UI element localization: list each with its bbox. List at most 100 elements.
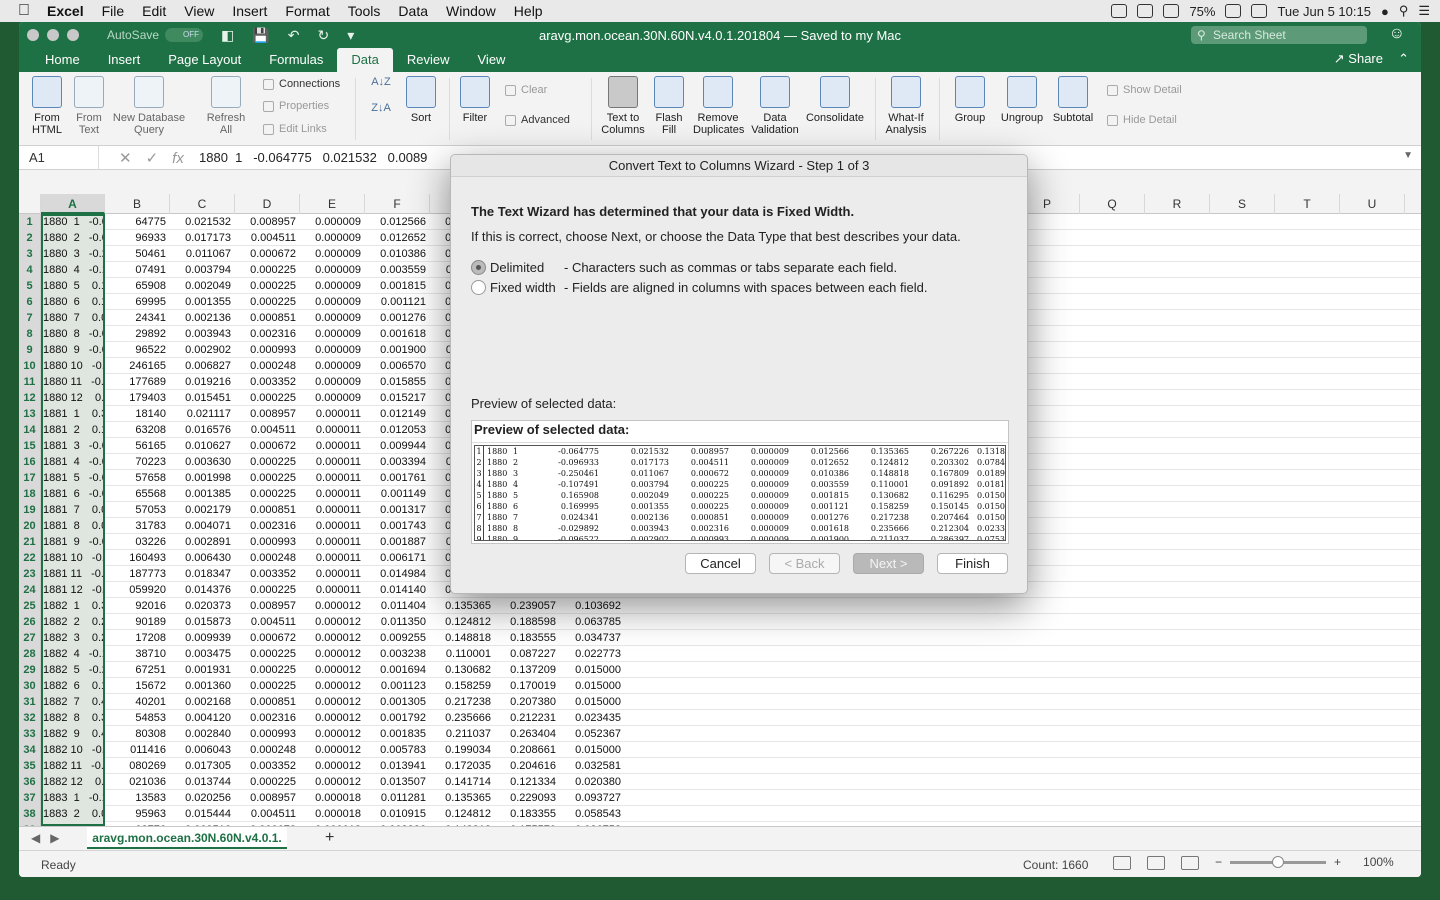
cell-e[interactable]: 0.000009 bbox=[300, 246, 365, 262]
column-header-r[interactable]: R bbox=[1145, 194, 1210, 214]
cell-d[interactable]: 0.000851 bbox=[235, 502, 300, 518]
cell-e[interactable]: 0.000009 bbox=[300, 278, 365, 294]
cell-e[interactable]: 0.000011 bbox=[300, 486, 365, 502]
cell-f[interactable]: 0.001694 bbox=[365, 662, 430, 678]
cell-e[interactable]: 0.000009 bbox=[300, 390, 365, 406]
row-number[interactable]: 16 bbox=[19, 454, 41, 470]
zoom-window-button[interactable] bbox=[67, 29, 79, 41]
cell-a[interactable]: 1880 3 -0.2 bbox=[41, 246, 104, 262]
cell-e[interactable]: 0.000009 bbox=[300, 374, 365, 390]
cell-f[interactable]: 0.001743 bbox=[365, 518, 430, 534]
cell-e[interactable]: 0.000009 bbox=[300, 262, 365, 278]
menu-format[interactable]: Format bbox=[276, 3, 338, 19]
cell-f[interactable]: 0.003394 bbox=[365, 454, 430, 470]
cell-a[interactable]: 1880 4 -0.1 bbox=[41, 262, 104, 278]
row-number[interactable]: 32 bbox=[19, 710, 41, 726]
cell-d[interactable]: 0.000225 bbox=[235, 646, 300, 662]
cell-c[interactable]: 0.019216 bbox=[170, 374, 235, 390]
cell-a[interactable]: 1882 2 0.2 bbox=[41, 614, 104, 630]
cell-c[interactable]: 0.001360 bbox=[170, 678, 235, 694]
cell-f[interactable]: 0.003559 bbox=[365, 262, 430, 278]
connections-button[interactable]: Connections bbox=[263, 78, 340, 90]
hide-detail-button[interactable]: Hide Detail bbox=[1107, 114, 1177, 126]
data-validation-button[interactable]: Data Validation bbox=[747, 76, 803, 136]
cell-a[interactable]: 1883 1 -0.1 bbox=[41, 790, 104, 806]
back-button[interactable]: < Back bbox=[769, 553, 840, 574]
cell-f[interactable]: 0.009944 bbox=[365, 438, 430, 454]
column-header-e[interactable]: E bbox=[300, 194, 365, 214]
cell-c[interactable]: 0.004071 bbox=[170, 518, 235, 534]
cell-a[interactable]: 1882 12 0. bbox=[41, 774, 104, 790]
cell-a[interactable]: 1880 5 0.1 bbox=[41, 278, 104, 294]
cell-i[interactable]: 0.034737 bbox=[560, 630, 625, 646]
cell-b[interactable]: 187773 bbox=[105, 566, 170, 582]
cell-b[interactable]: 38710 bbox=[105, 646, 170, 662]
cell-i[interactable]: 0.015000 bbox=[560, 662, 625, 678]
cell-d[interactable]: 0.000851 bbox=[235, 310, 300, 326]
cell-h[interactable]: 0.208661 bbox=[495, 742, 560, 758]
cell-f[interactable]: 0.013941 bbox=[365, 758, 430, 774]
undo-icon[interactable]: ↶ bbox=[288, 27, 300, 44]
cell-b[interactable]: 059920 bbox=[105, 582, 170, 598]
cell-d[interactable]: 0.000672 bbox=[235, 630, 300, 646]
row-number[interactable]: 35 bbox=[19, 758, 41, 774]
row-number[interactable]: 29 bbox=[19, 662, 41, 678]
row-number[interactable]: 11 bbox=[19, 374, 41, 390]
cell-b[interactable]: 92016 bbox=[105, 598, 170, 614]
cell-b[interactable]: 96522 bbox=[105, 342, 170, 358]
cell-a[interactable]: 1881 6 -0.0 bbox=[41, 486, 104, 502]
cell-i[interactable]: 0.052367 bbox=[560, 726, 625, 742]
cell-i[interactable]: 0.063785 bbox=[560, 614, 625, 630]
cell-b[interactable]: 15672 bbox=[105, 678, 170, 694]
menu-data[interactable]: Data bbox=[389, 3, 437, 19]
subtotal-button[interactable]: Subtotal bbox=[1051, 76, 1095, 124]
cell-e[interactable]: 0.000012 bbox=[300, 646, 365, 662]
column-header-c[interactable]: C bbox=[170, 194, 235, 214]
cell-f[interactable]: 0.012149 bbox=[365, 406, 430, 422]
cell-h[interactable]: 0.207380 bbox=[495, 694, 560, 710]
tab-page-layout[interactable]: Page Layout bbox=[154, 48, 255, 72]
cell-d[interactable]: 0.000993 bbox=[235, 726, 300, 742]
cell-a[interactable]: 1881 9 -0.0 bbox=[41, 534, 104, 550]
radio-fixed-width-label[interactable]: Fixed width bbox=[490, 280, 564, 295]
cell-e[interactable]: 0.000009 bbox=[300, 342, 365, 358]
formula-input[interactable]: 1880 1 -0.064775 0.021532 0.0089 bbox=[199, 150, 427, 165]
sort-button[interactable]: Sort bbox=[403, 76, 439, 124]
cell-a[interactable]: 1881 7 0.0 bbox=[41, 502, 104, 518]
cell-f[interactable]: 0.006171 bbox=[365, 550, 430, 566]
cell-i[interactable]: 0.032581 bbox=[560, 758, 625, 774]
cell-f[interactable]: 0.010386 bbox=[365, 246, 430, 262]
page-break-view-icon[interactable] bbox=[1181, 856, 1199, 870]
column-header-a[interactable]: A bbox=[41, 194, 105, 214]
cell-f[interactable]: 0.001317 bbox=[365, 502, 430, 518]
select-all-corner[interactable] bbox=[19, 194, 41, 214]
cell-b[interactable]: 160493 bbox=[105, 550, 170, 566]
zoom-slider-knob[interactable] bbox=[1272, 855, 1285, 868]
clear-filter-button[interactable]: Clear bbox=[505, 84, 547, 96]
cell-b[interactable]: 96933 bbox=[105, 230, 170, 246]
radio-fixed-width-dot[interactable] bbox=[471, 280, 486, 295]
autosave-toggle[interactable]: OFF bbox=[165, 28, 204, 42]
cell-b[interactable]: 56165 bbox=[105, 438, 170, 454]
cell-d[interactable]: 0.000993 bbox=[235, 534, 300, 550]
redo-icon[interactable]: ↻ bbox=[317, 27, 329, 44]
cell-c[interactable]: 0.002891 bbox=[170, 534, 235, 550]
cell-h[interactable]: 0.212231 bbox=[495, 710, 560, 726]
row-number[interactable]: 9 bbox=[19, 342, 41, 358]
cell-b[interactable]: 80308 bbox=[105, 726, 170, 742]
row-number[interactable]: 15 bbox=[19, 438, 41, 454]
tab-view[interactable]: View bbox=[464, 48, 520, 72]
cell-e[interactable]: 0.000012 bbox=[300, 630, 365, 646]
cell-c[interactable]: 0.020256 bbox=[170, 790, 235, 806]
row-number[interactable]: 36 bbox=[19, 774, 41, 790]
cell-b[interactable]: 50461 bbox=[105, 246, 170, 262]
from-html-button[interactable]: From HTML bbox=[27, 76, 67, 136]
ungroup-button[interactable]: Ungroup bbox=[999, 76, 1045, 124]
notification-center-icon[interactable]: ☰ bbox=[1418, 3, 1430, 19]
row-number[interactable]: 17 bbox=[19, 470, 41, 486]
properties-button[interactable]: Properties bbox=[263, 100, 329, 112]
cell-f[interactable]: 0.011404 bbox=[365, 598, 430, 614]
tab-insert[interactable]: Insert bbox=[94, 48, 155, 72]
cell-d[interactable]: 0.000225 bbox=[235, 278, 300, 294]
cell-e[interactable]: 0.000012 bbox=[300, 726, 365, 742]
